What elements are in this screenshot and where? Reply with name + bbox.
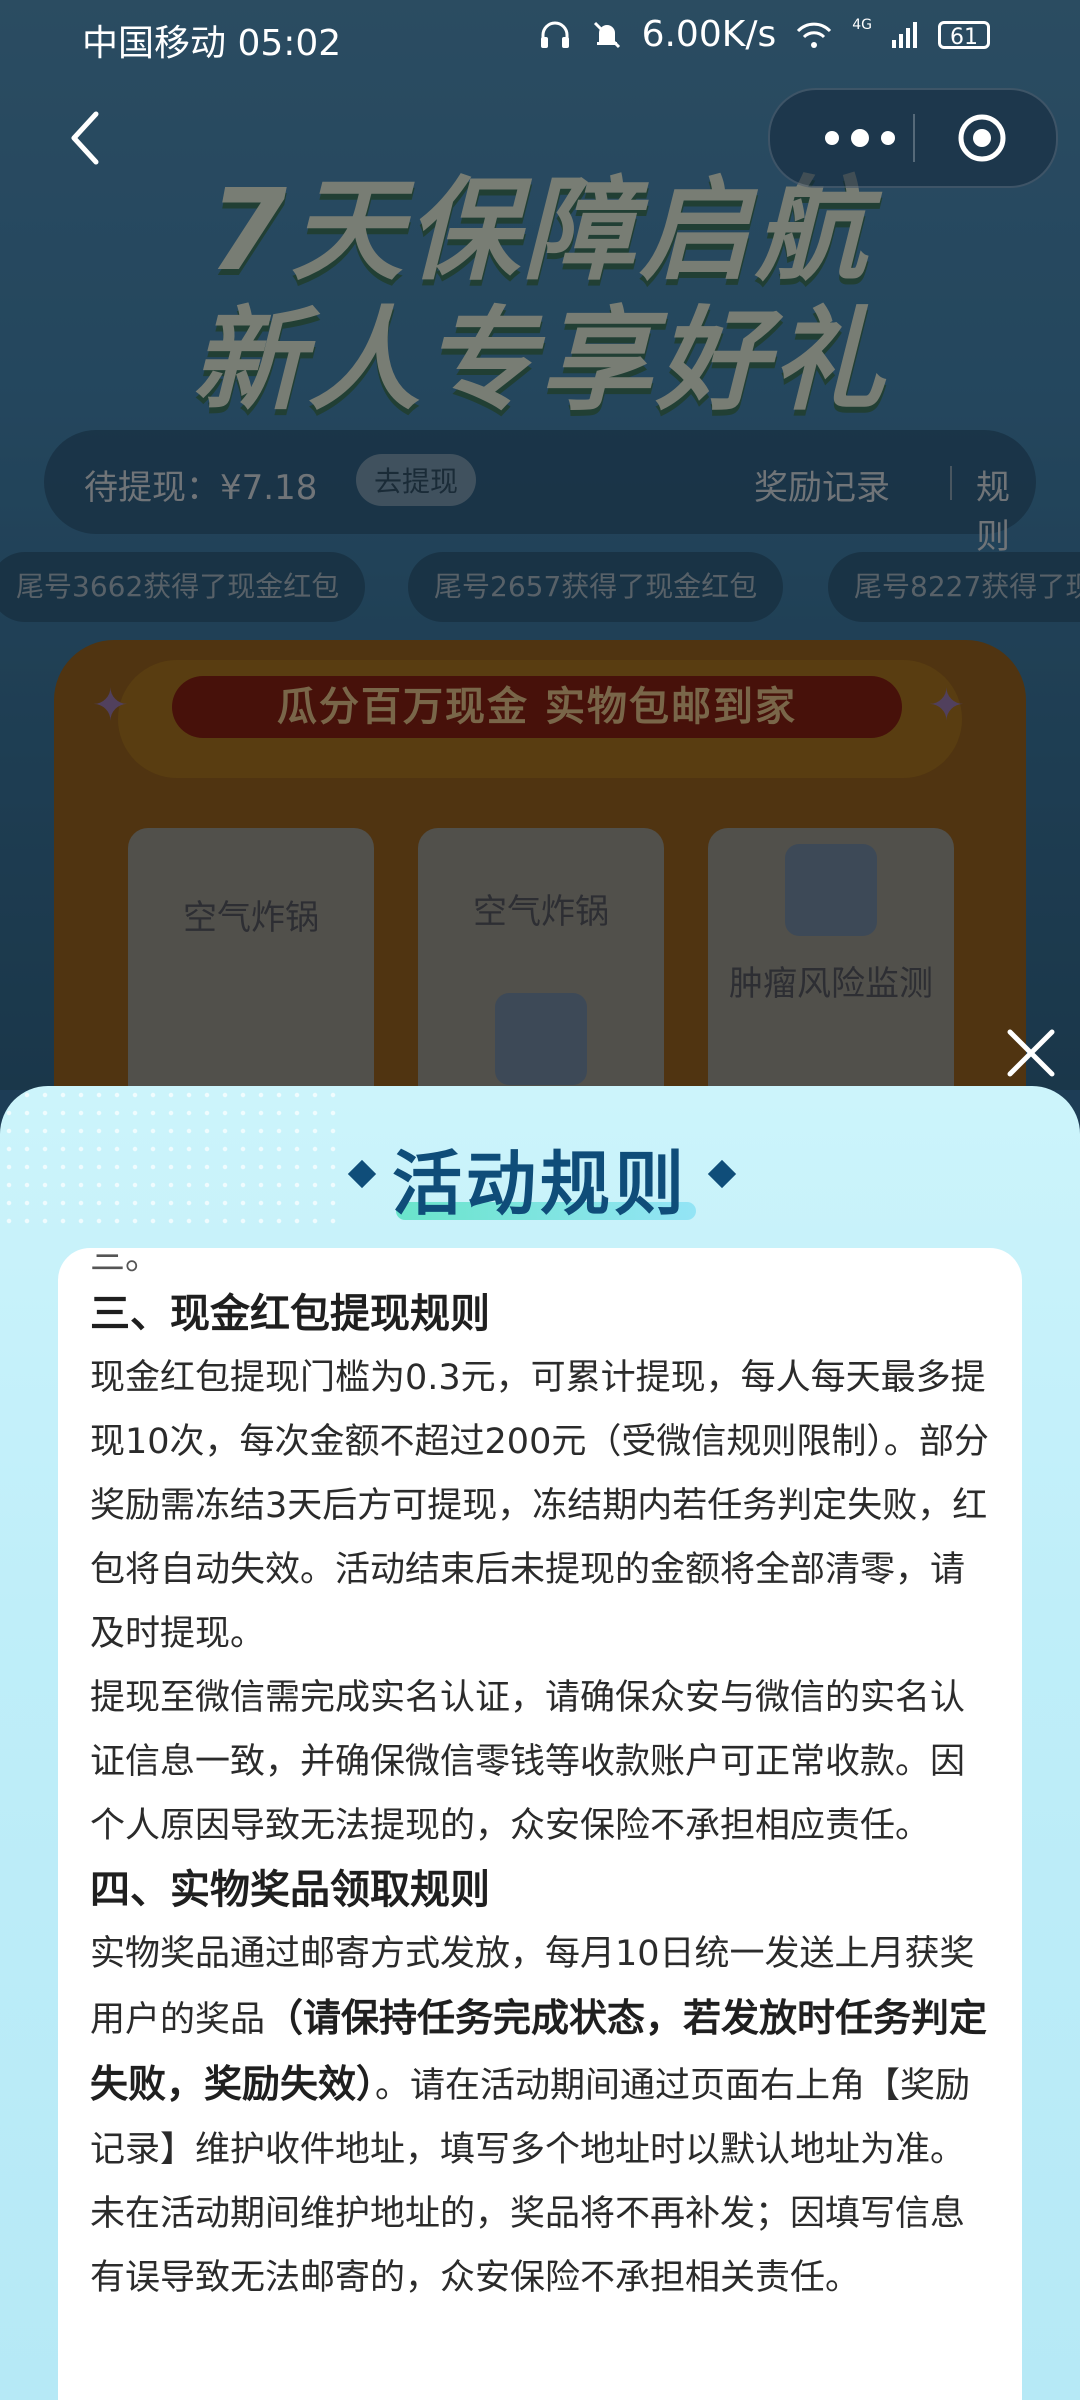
battery-icon: 61 [938, 20, 990, 50]
divider [913, 114, 915, 162]
status-bar: 中国移动 05:02 6.00K/s 4G 61 [0, 0, 1080, 74]
sheet-title: 活动规则 [0, 1128, 1080, 1229]
signal-type: 4G [852, 16, 872, 33]
network-speed: 6.00K/s [641, 14, 777, 55]
rules-paragraph: 现金红包提现门槛为0.3元，可累计提现，每人每天最多提现10次，每次金额不超过2… [90, 1358, 989, 1654]
rules-content-card[interactable]: 三。 三、现金红包提现规则 现金红包提现门槛为0.3元，可累计提现，每人每天最多… [58, 1248, 1022, 2400]
section-heading: 三、现金红包提现规则 [90, 1291, 490, 1337]
mute-bell-icon [593, 21, 620, 48]
carrier-time: 中国移动 05:02 [82, 23, 342, 64]
clipped-text: 三。 [90, 1248, 161, 1278]
sheet-title-text: 活动规则 [392, 1143, 688, 1225]
back-arrow-icon[interactable] [60, 108, 110, 168]
wifi-icon [797, 22, 832, 48]
mini-program-capsule [768, 88, 1058, 188]
cell-signal-icon [892, 21, 917, 48]
close-icon[interactable] [1002, 1024, 1060, 1082]
more-menu-icon[interactable] [812, 116, 912, 160]
rules-paragraph: 提现至微信需完成实名认证，请确保众安与微信的实名认证信息一致，并确保微信零钱等收… [90, 1678, 966, 1846]
rules-paragraph: 实物奖品通过邮寄方式发放，每月10日统一发送上月获奖用户的奖品（请保持任务完成状… [90, 1922, 990, 2310]
section-heading: 四、实物奖品领取规则 [90, 1867, 490, 1913]
close-mini-program-icon[interactable] [956, 112, 1008, 164]
headphones-icon [540, 21, 569, 48]
rules-bottom-sheet: 活动规则 三。 三、现金红包提现规则 现金红包提现门槛为0.3元，可累计提现，每… [0, 1086, 1080, 2400]
